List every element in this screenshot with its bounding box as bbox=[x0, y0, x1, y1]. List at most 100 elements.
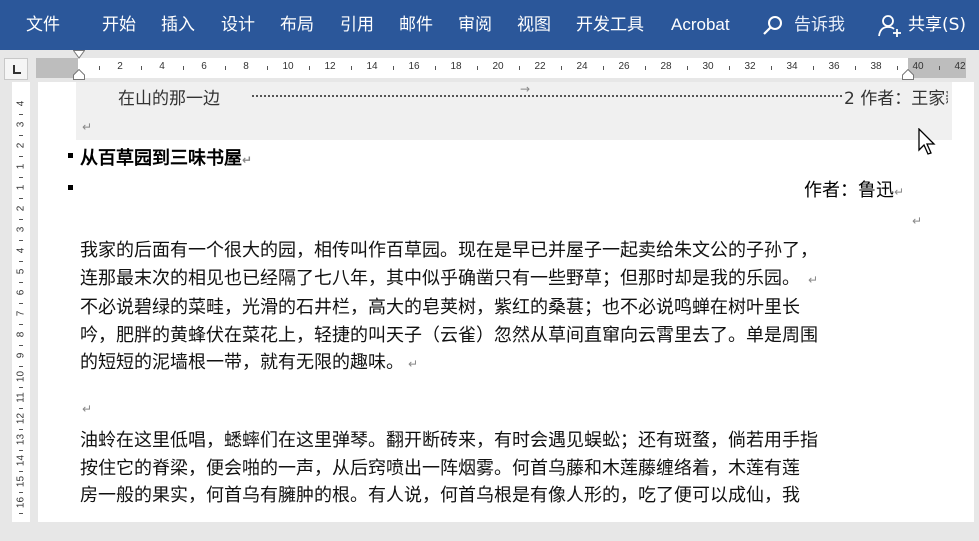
vertical-ruler[interactable]: 4 3 2 1 1 2 3 4 5 6 7 8 9 10 11 12 13 14 15 16 bbox=[12, 82, 30, 522]
tab-mailings[interactable]: 邮件 bbox=[399, 13, 433, 37]
tab-references[interactable]: 引用 bbox=[340, 13, 374, 37]
tab-file[interactable]: 文件 bbox=[26, 13, 60, 37]
toc-leader-dots bbox=[252, 95, 842, 97]
ruler-tick bbox=[393, 66, 394, 70]
ruler-number: 8 bbox=[15, 331, 27, 338]
ruler-tick bbox=[351, 66, 352, 70]
ruler-tick bbox=[813, 66, 814, 70]
ruler-tick bbox=[19, 513, 23, 514]
ruler-number: 26 bbox=[618, 61, 630, 72]
text-line: 油蛉在这里低唱，蟋蟀们在这里弹琴。翻开断砖来，有时会遇见蜈蚣；还有斑蝥，倘若用手… bbox=[80, 430, 818, 451]
ruler-number: 20 bbox=[492, 61, 504, 72]
ruler-tick bbox=[19, 282, 23, 283]
toc-field-shading: 在山的那一边 → 2 作者：王家新 ↵ bbox=[76, 82, 952, 140]
ruler-number: 24 bbox=[576, 61, 588, 72]
paragraph-mark: ↵ bbox=[82, 402, 93, 416]
ruler-number: 18 bbox=[450, 61, 462, 72]
ruler-tick bbox=[897, 66, 898, 70]
ruler-tick bbox=[435, 66, 436, 70]
paragraph-mark: ↵ bbox=[894, 185, 905, 199]
ruler-number: 16 bbox=[15, 496, 27, 509]
right-indent-marker[interactable] bbox=[902, 69, 914, 80]
ruler-tick bbox=[19, 261, 23, 262]
paragraph-mark: ↵ bbox=[242, 153, 253, 167]
text-line: 吟，肥胖的黄蜂伏在菜花上，轻捷的叫天子（云雀）忽然从草间直窜向云霄里去了。单是周… bbox=[80, 324, 818, 346]
document-page[interactable]: 在山的那一边 → 2 作者：王家新 ↵ 从百草园到三味书屋↵ 作者：鲁迅↵ ↵ … bbox=[38, 82, 974, 522]
text-line: 房一般的果实，何首乌有臃肿的根。有人说，何首乌根是有像人形的，吃了便可以成仙，我 bbox=[80, 485, 800, 506]
tab-developer[interactable]: 开发工具 bbox=[576, 13, 644, 37]
text-line: 我家的后面有一个很大的园，相传叫作百草园。现在是早已并屋子一起卖给朱文公的子孙了… bbox=[80, 240, 818, 261]
ruler-number: 32 bbox=[744, 61, 756, 72]
ribbon-tab-bar: 文件 开始 插入 设计 布局 引用 邮件 审阅 视图 开发工具 Acrobat … bbox=[0, 0, 979, 50]
tab-design[interactable]: 设计 bbox=[221, 13, 255, 37]
share-label: 共享(S) bbox=[908, 15, 967, 35]
toc-entry-page: 2 作者：王家新 bbox=[844, 89, 948, 106]
ruler-tick bbox=[19, 366, 23, 367]
ruler-tick bbox=[19, 387, 23, 388]
toc-entry-title: 在山的那一边 bbox=[118, 89, 220, 106]
ruler-number: 4 bbox=[15, 100, 27, 107]
ruler-tick bbox=[561, 66, 562, 70]
ruler-number: 12 bbox=[324, 61, 336, 72]
ruler-number: 10 bbox=[15, 370, 27, 383]
ruler-tick bbox=[19, 303, 23, 304]
tab-stop-selector[interactable] bbox=[4, 58, 28, 80]
tab-layout[interactable]: 布局 bbox=[280, 13, 314, 37]
ruler-tick bbox=[19, 219, 23, 220]
bullet-marker bbox=[68, 153, 73, 158]
ruler-number: 12 bbox=[15, 412, 27, 425]
first-line-indent-marker[interactable] bbox=[73, 50, 85, 59]
article-author: 作者：鲁迅↵ bbox=[804, 180, 905, 201]
ruler-number: 5 bbox=[15, 268, 27, 275]
ruler-number: 1 bbox=[15, 184, 27, 191]
ruler-number: 40 bbox=[912, 61, 924, 72]
ruler-number: 42 bbox=[954, 61, 966, 72]
ruler-tick bbox=[19, 198, 23, 199]
ruler-number: 13 bbox=[15, 433, 27, 446]
text-line: 连那最末次的相见也已经隔了七八年，其中似乎确凿只有一些野草；但那时却是我的乐园。… bbox=[80, 267, 819, 289]
ruler-number: 4 bbox=[15, 247, 27, 254]
mouse-pointer-icon bbox=[918, 128, 936, 155]
ruler-number: 10 bbox=[282, 61, 294, 72]
ruler-number: 16 bbox=[408, 61, 420, 72]
ruler-tick bbox=[267, 66, 268, 70]
ruler-tick bbox=[183, 66, 184, 70]
ruler-tick bbox=[19, 324, 23, 325]
ruler-number: 9 bbox=[15, 352, 27, 359]
text-line: 不必说碧绿的菜畦，光滑的石井栏，高大的皂荚树，紫红的桑葚；也不必说鸣蝉在树叶里长 bbox=[80, 297, 800, 318]
ruler-tick bbox=[477, 66, 478, 70]
ruler-number: 28 bbox=[660, 61, 672, 72]
paragraph-1[interactable]: 我家的后面有一个很大的园，相传叫作百草园。现在是早已并屋子一起卖给朱文公的子孙了… bbox=[80, 237, 916, 379]
ruler-tick bbox=[19, 471, 23, 472]
ruler-tick bbox=[603, 66, 604, 70]
ruler-tick bbox=[771, 66, 772, 70]
tab-home[interactable]: 开始 bbox=[102, 13, 136, 37]
tab-acrobat[interactable]: Acrobat bbox=[671, 13, 730, 37]
text-line: 的短短的泥墙根一带，就有无限的趣味。 ↵ bbox=[80, 352, 419, 373]
tell-me-label: 告诉我 bbox=[794, 15, 845, 35]
tab-review[interactable]: 审阅 bbox=[458, 13, 492, 37]
ruler-number: 3 bbox=[15, 226, 27, 233]
ruler-number: 2 bbox=[117, 61, 123, 72]
ruler-number: 11 bbox=[15, 392, 27, 403]
ruler-tick bbox=[855, 66, 856, 70]
tab-insert[interactable]: 插入 bbox=[161, 13, 195, 37]
ruler-tick bbox=[19, 429, 23, 430]
ruler-number: 30 bbox=[702, 61, 714, 72]
ruler-tick bbox=[19, 492, 23, 493]
horizontal-ruler[interactable]: 2 4 6 8 10 12 14 16 18 20 22 24 26 28 30 32 34 36 38 40 42 bbox=[36, 58, 966, 78]
hanging-indent-marker[interactable] bbox=[73, 69, 85, 80]
ruler-tick bbox=[309, 66, 310, 70]
ruler-tick bbox=[19, 240, 23, 241]
ruler-tick bbox=[19, 135, 23, 136]
ruler-tick bbox=[19, 408, 23, 409]
left-margin-area bbox=[36, 58, 78, 78]
ruler-tick bbox=[729, 66, 730, 70]
ruler-number: 14 bbox=[366, 61, 378, 72]
tab-view[interactable]: 视图 bbox=[517, 13, 551, 37]
ruler-tick bbox=[687, 66, 688, 70]
paragraph-2[interactable]: 油蛉在这里低唱，蟋蟀们在这里弹琴。翻开断砖来，有时会遇见蜈蚣；还有斑蝥，倘若用手… bbox=[80, 427, 916, 510]
toc-entry[interactable]: 在山的那一边 → 2 作者：王家新 bbox=[118, 84, 948, 106]
ruler-tick bbox=[225, 66, 226, 70]
tab-mark: → bbox=[520, 84, 531, 96]
